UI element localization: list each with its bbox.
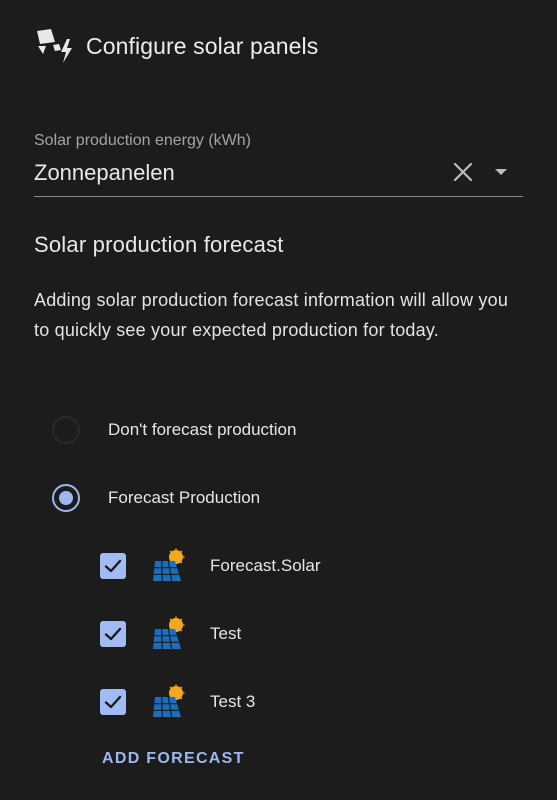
solar-panel-icon [150,684,186,720]
close-icon[interactable] [451,160,475,184]
radio-forecast-production[interactable]: Forecast Production [52,482,260,514]
radio-no-forecast[interactable]: Don't forecast production [52,414,296,446]
forecast-label: Forecast.Solar [210,556,321,575]
radio-button[interactable] [52,484,80,512]
forecast-item: Test [100,614,241,654]
checkmark-icon [104,695,122,709]
solar-panel-icon [150,616,186,652]
forecast-label: Test [210,624,242,643]
forecast-label: Test 3 [210,692,256,711]
forecast-description: Adding solar production forecast informa… [34,290,509,340]
radio-label: Forecast Production [108,488,261,507]
forecast-checkbox[interactable] [100,621,126,647]
forecast-checkbox[interactable] [100,553,126,579]
radio-label: Don't forecast production [108,420,297,439]
radio-button[interactable] [52,416,80,444]
solar-panel-icon [150,548,186,584]
chevron-down-icon[interactable] [489,160,513,184]
dialog-header: Configure solar panels [34,26,318,66]
checkmark-icon [104,559,122,573]
select-label: Solar production energy (kWh) [34,132,251,149]
add-forecast-button[interactable]: ADD FORECAST [102,750,245,768]
forecast-item: Forecast.Solar [100,546,321,586]
select-value[interactable]: Zonnepanelen [34,160,175,186]
forecast-checkbox[interactable] [100,689,126,715]
forecast-item: Test 3 [100,682,255,722]
dialog-title: Configure solar panels [86,32,319,59]
checkmark-icon [104,627,122,641]
configure-solar-dialog: Configure solar panels Solar production … [0,0,557,800]
forecast-section-title: Solar production forecast [34,232,284,257]
solar-energy-select[interactable]: Solar production energy (kWh) Zonnepanel… [34,126,523,197]
solar-power-icon [37,29,72,63]
